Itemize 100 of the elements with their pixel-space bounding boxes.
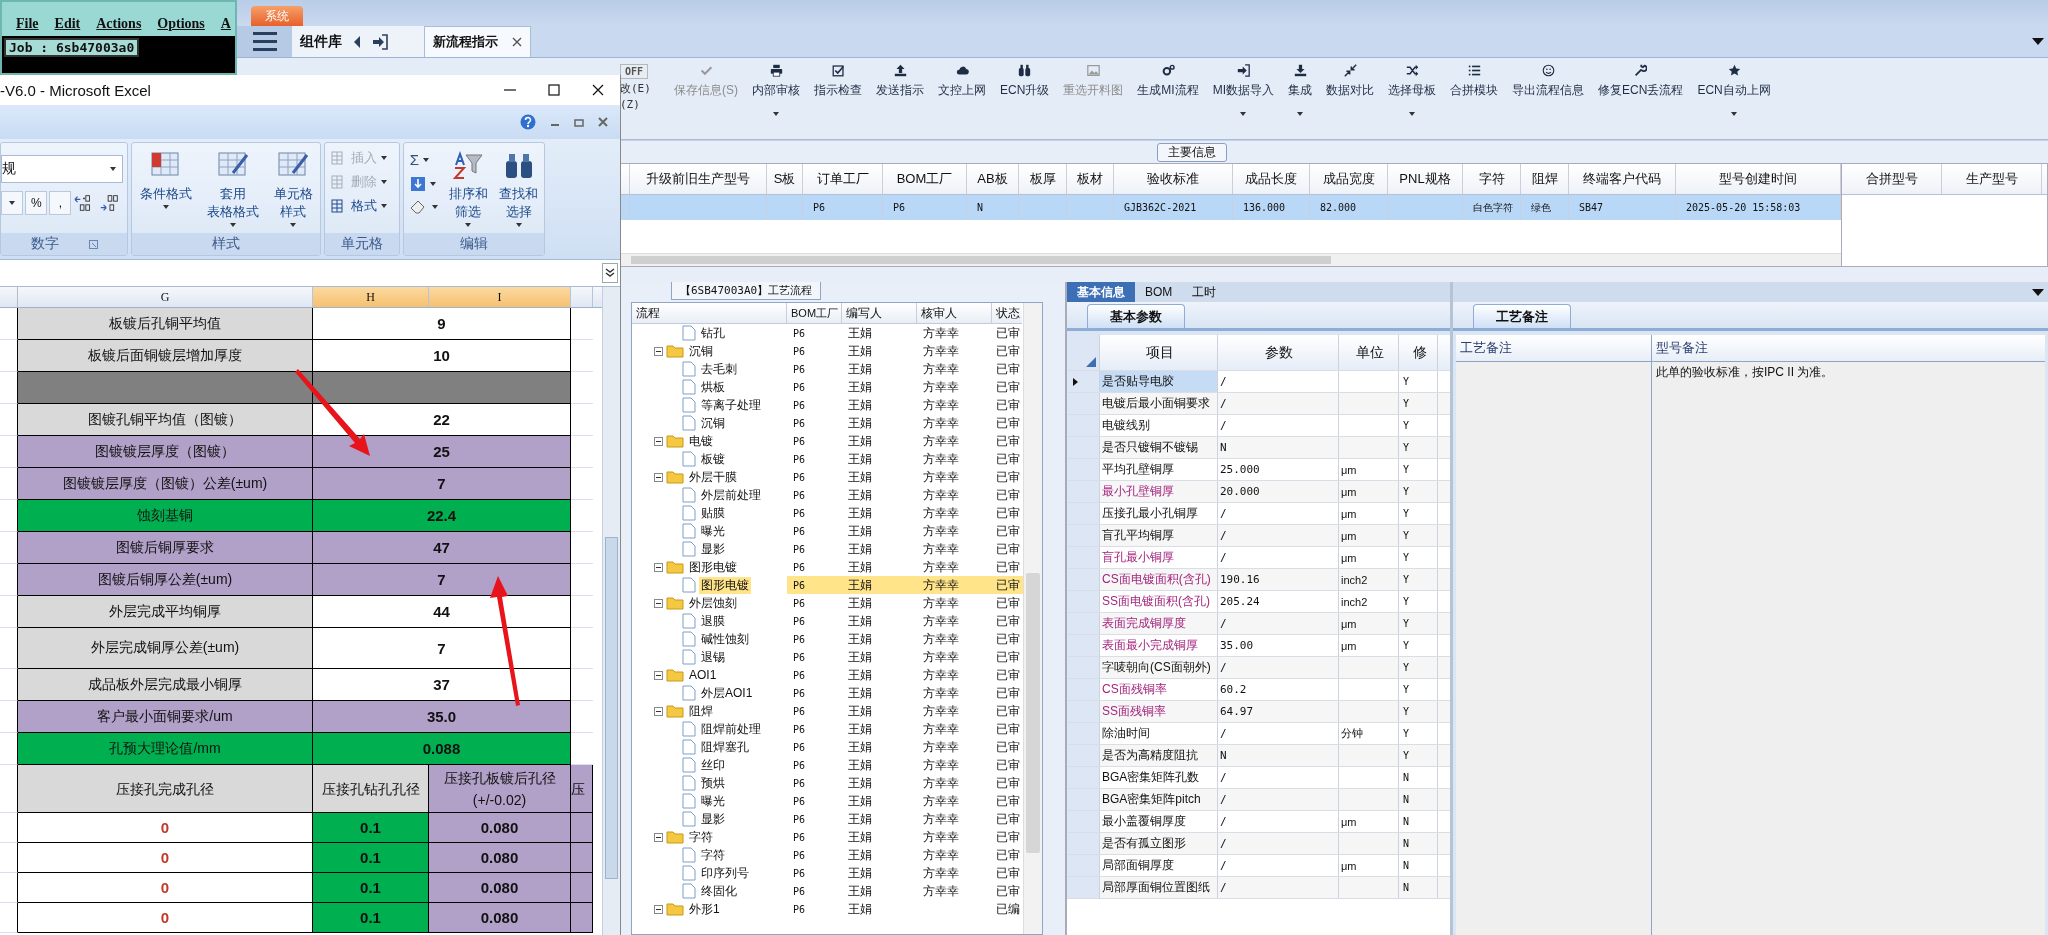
tree-item[interactable]: 外层AOI1 bbox=[699, 684, 755, 702]
tab[interactable]: 工时 bbox=[1182, 282, 1227, 302]
panel-tab[interactable]: 【6SB47003A0】工艺流程 bbox=[671, 282, 822, 300]
sign-in-icon[interactable] bbox=[372, 33, 388, 50]
toolbar-button[interactable]: 数据对比 bbox=[1326, 64, 1375, 99]
fill-button[interactable] bbox=[409, 176, 438, 192]
tab[interactable]: 工艺备注 bbox=[1473, 304, 1571, 328]
column-header[interactable]: 合拼型号 bbox=[1842, 164, 1942, 194]
tree-item[interactable]: 丝印 bbox=[699, 756, 727, 774]
tree-item[interactable]: 字符 bbox=[699, 846, 727, 864]
ribbon-button[interactable]: 条件格式 bbox=[139, 151, 192, 233]
collapse-toggle-icon[interactable] bbox=[654, 346, 663, 356]
ribbon-button[interactable]: 格式 bbox=[331, 197, 399, 215]
menu-item[interactable]: Edit bbox=[54, 16, 81, 36]
tree-item[interactable]: 碱性蚀刻 bbox=[699, 630, 751, 648]
autosum-button[interactable]: Σ bbox=[409, 151, 438, 168]
column-header[interactable]: AB板 bbox=[967, 164, 1019, 194]
menu-button[interactable] bbox=[237, 26, 292, 57]
tree-item[interactable]: 阻焊塞孔 bbox=[699, 738, 751, 756]
toolbar-button[interactable]: ECN自动上网 bbox=[1697, 64, 1771, 116]
tree-item[interactable]: 退锡 bbox=[699, 648, 727, 666]
column-header[interactable]: 终端客户代码 bbox=[1569, 164, 1676, 194]
column-header[interactable]: 流程 bbox=[632, 303, 787, 323]
maximize-icon[interactable] bbox=[547, 83, 561, 97]
currency-button[interactable] bbox=[1, 191, 24, 215]
tree-item[interactable]: 外层干膜 bbox=[687, 468, 739, 486]
toolbar-button[interactable]: 发送指示 bbox=[876, 64, 924, 99]
collapse-toggle-icon[interactable] bbox=[654, 670, 663, 680]
column-header[interactable]: 成品长度 bbox=[1233, 164, 1310, 194]
tree-item[interactable]: 沉铜 bbox=[699, 414, 727, 432]
tree-item[interactable]: 阻焊 bbox=[687, 702, 715, 720]
number-format-button[interactable]: , bbox=[49, 191, 72, 215]
column-header[interactable]: 型号创建时间 bbox=[1676, 164, 1841, 194]
toolbar-button[interactable]: 合拼模块 bbox=[1450, 64, 1499, 99]
column-header[interactable]: 单位 bbox=[1339, 335, 1399, 370]
number-format-button[interactable]: % bbox=[25, 191, 48, 215]
tree-item[interactable]: 印序列号 bbox=[699, 864, 751, 882]
dropdown-arrow-icon[interactable] bbox=[2032, 38, 2044, 45]
tab[interactable]: 基本信息 bbox=[1067, 282, 1135, 302]
collapse-toggle-icon[interactable] bbox=[654, 472, 663, 482]
collapse-toggle-icon[interactable] bbox=[654, 598, 663, 608]
toolbar-button[interactable]: 修复ECN丢流程 bbox=[1598, 64, 1684, 99]
close-icon[interactable] bbox=[512, 37, 522, 47]
column-header[interactable]: 参数 bbox=[1218, 335, 1339, 370]
toolbar-button[interactable]: 导出流程信息 bbox=[1512, 64, 1585, 99]
ribbon-button[interactable]: 排序和 筛选 bbox=[449, 151, 488, 233]
toolbar-button[interactable]: 指示检查 bbox=[814, 64, 862, 99]
column-header[interactable]: 验收标准 bbox=[1114, 164, 1233, 194]
tree-item[interactable]: 显影 bbox=[699, 810, 727, 828]
clear-button[interactable] bbox=[409, 200, 438, 214]
column-header[interactable]: BOM工厂 bbox=[883, 164, 967, 194]
toolbar-button[interactable]: 选择母板 bbox=[1388, 64, 1437, 116]
tree-item[interactable]: 电镀 bbox=[687, 432, 715, 450]
vertical-scrollbar[interactable] bbox=[602, 287, 620, 935]
column-header[interactable]: 项目 bbox=[1100, 335, 1218, 370]
toolbar-button[interactable]: MI数据导入 bbox=[1212, 64, 1275, 116]
menu-item[interactable]: Options bbox=[157, 16, 205, 36]
collapse-toggle-icon[interactable] bbox=[654, 706, 663, 716]
column-header[interactable]: 核审人 bbox=[917, 303, 992, 323]
collapse-toggle-icon[interactable] bbox=[654, 832, 663, 842]
process-note-field[interactable] bbox=[1456, 362, 1651, 935]
toolbar-button[interactable]: 集成 bbox=[1288, 64, 1313, 116]
collapse-toggle-icon[interactable] bbox=[654, 562, 663, 572]
column-header[interactable]: I bbox=[429, 287, 571, 307]
menu-item[interactable]: A bbox=[220, 16, 231, 36]
expand-formula-button[interactable] bbox=[602, 263, 618, 283]
tree-item[interactable]: 钻孔 bbox=[699, 324, 727, 342]
toolbar-button[interactable]: 文控上网 bbox=[938, 64, 986, 99]
tree-item[interactable]: 预烘 bbox=[699, 774, 727, 792]
column-header[interactable]: BOM工厂 bbox=[787, 303, 842, 323]
tree-item[interactable]: 显影 bbox=[699, 540, 727, 558]
ribbon-button[interactable]: 查找和 选择 bbox=[499, 151, 539, 233]
vertical-scrollbar[interactable] bbox=[1023, 303, 1042, 934]
tree-item[interactable]: AOI1 bbox=[687, 668, 719, 682]
document-tab[interactable]: 新流程指示 bbox=[424, 26, 531, 57]
toolbar-button[interactable]: 生成MI流程 bbox=[1137, 64, 1199, 99]
table-row[interactable]: P6 P6 N GJB362C-2021 136.000 82.000 白色字符 绿色 SB47 2025-05-20 15:58:03 bbox=[621, 195, 1841, 220]
tree-item[interactable]: 外层蚀刻 bbox=[687, 594, 739, 612]
dropdown-arrow-icon[interactable] bbox=[2032, 288, 2044, 296]
column-header[interactable]: 生产型号 bbox=[1942, 164, 2042, 194]
dialog-launcher-icon[interactable] bbox=[88, 239, 98, 249]
tree-item[interactable]: 沉铜 bbox=[687, 342, 715, 360]
column-header[interactable]: 字符 bbox=[1463, 164, 1521, 194]
tree-item[interactable]: 烘板 bbox=[699, 378, 727, 396]
tab[interactable]: BOM bbox=[1135, 282, 1183, 302]
restore-icon[interactable] bbox=[574, 117, 584, 127]
column-header[interactable]: 板材 bbox=[1067, 164, 1114, 194]
menu-item[interactable]: File bbox=[16, 16, 39, 36]
column-header[interactable]: 订单工厂 bbox=[803, 164, 883, 194]
column-header[interactable]: 修 bbox=[1399, 335, 1438, 370]
collapse-toggle-icon[interactable] bbox=[654, 904, 663, 914]
tree-item[interactable]: 字符 bbox=[687, 828, 715, 846]
column-header[interactable]: 阻焊 bbox=[1521, 164, 1569, 194]
tree-item[interactable]: 曝光 bbox=[699, 522, 727, 540]
tab[interactable]: 基本参数 bbox=[1087, 304, 1185, 328]
tree-item[interactable]: 外形1 bbox=[687, 900, 722, 918]
column-header[interactable]: PNL规格 bbox=[1388, 164, 1463, 194]
collapse-toggle-icon[interactable] bbox=[654, 436, 663, 446]
menu-item[interactable]: Actions bbox=[96, 16, 142, 36]
tree-item[interactable]: 曝光 bbox=[699, 792, 727, 810]
